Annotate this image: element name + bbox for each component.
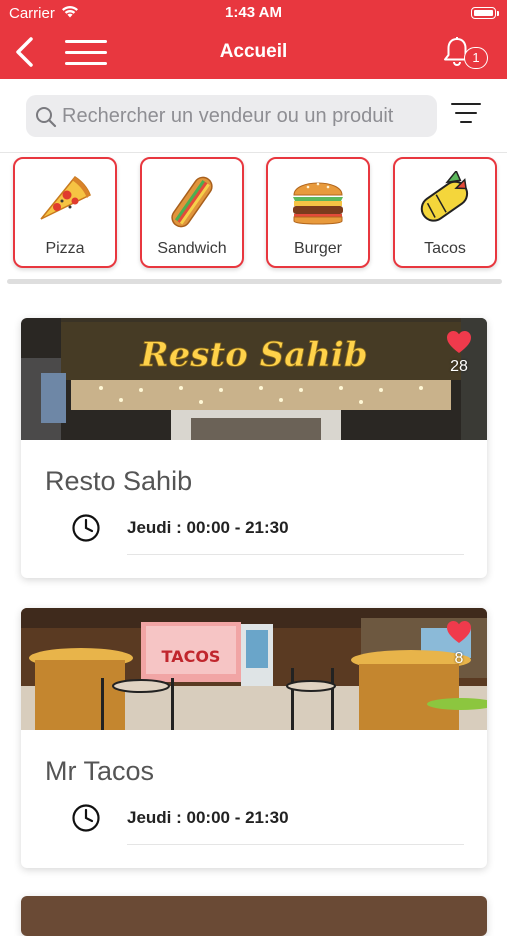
category-tacos[interactable]: Tacos [393, 157, 497, 268]
filter-line [460, 121, 472, 123]
filter-button[interactable] [450, 103, 482, 129]
divider [0, 152, 507, 153]
restaurant-photo [21, 896, 487, 936]
category-burger[interactable]: Burger [266, 157, 370, 268]
interior-image: TACOS [21, 608, 487, 730]
pizza-icon [15, 171, 115, 233]
sandwich-icon [142, 171, 242, 233]
tacos-icon [395, 169, 495, 233]
category-sandwich[interactable]: Sandwich [140, 157, 244, 268]
page-title: Accueil [219, 41, 288, 62]
restaurant-card-mr-tacos[interactable]: TACOS 8 Mr Tacos Jeudi : 00:00 - 21:30 [21, 608, 487, 868]
card-separator [127, 554, 464, 555]
burger-icon [268, 171, 368, 233]
status-time: 1:43 AM [225, 4, 282, 21]
category-label: Tacos [424, 240, 466, 257]
favorite-count: 28 [450, 358, 468, 375]
search-input[interactable] [62, 95, 430, 137]
clock-icon [72, 514, 100, 542]
battery-icon [471, 7, 496, 19]
nav-bar: Accueil 1 [0, 28, 507, 79]
app-header: Carrier 1:43 AM Accueil 1 [0, 0, 507, 79]
restaurant-photo: Resto Sahib 28 [21, 318, 487, 440]
battery-tip [497, 11, 499, 16]
heart-icon[interactable] [446, 330, 472, 354]
favorite-count: 8 [454, 650, 464, 667]
category-scrollbar[interactable] [7, 279, 502, 284]
storefront-sign: Resto Sahib [139, 335, 367, 375]
clock-icon [72, 804, 100, 832]
search-bar[interactable] [26, 95, 437, 137]
filter-line [455, 112, 477, 114]
storefront-image: Resto Sahib [21, 318, 487, 440]
tacos-sign: TACOS [162, 647, 221, 666]
category-label: Sandwich [157, 240, 227, 257]
restaurant-card-next[interactable] [21, 896, 487, 936]
restaurant-photo: TACOS 8 [21, 608, 487, 730]
category-label: Burger [293, 240, 343, 257]
card-separator [127, 844, 464, 845]
opening-hours: Jeudi : 00:00 - 21:30 [127, 808, 289, 827]
notifications-button[interactable]: 1 [440, 36, 494, 74]
restaurant-name: Resto Sahib [45, 466, 193, 496]
search-icon [36, 107, 57, 128]
heart-icon[interactable] [446, 620, 472, 644]
category-label: Pizza [45, 240, 85, 257]
filter-line [451, 103, 481, 105]
notification-badge: 1 [464, 47, 488, 69]
opening-hours: Jeudi : 00:00 - 21:30 [127, 518, 289, 537]
status-bar: Carrier 1:43 AM [0, 0, 507, 28]
restaurant-name: Mr Tacos [45, 756, 155, 786]
category-pizza[interactable]: Pizza [13, 157, 117, 268]
restaurant-card-resto-sahib[interactable]: Resto Sahib 28 Resto Sahib Jeudi : 00:00… [21, 318, 487, 578]
